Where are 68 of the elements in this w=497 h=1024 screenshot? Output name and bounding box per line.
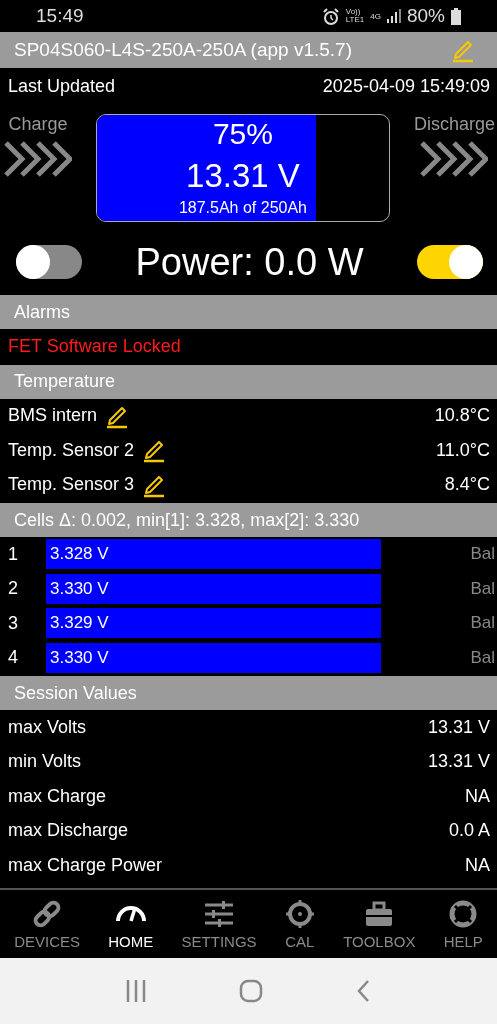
charge-label: Charge (8, 114, 68, 135)
nav-tab[interactable]: HELP (443, 890, 483, 958)
cell-number: 4 (8, 647, 19, 669)
nav-tab[interactable]: CAL (284, 890, 315, 958)
cell-number: 3 (8, 612, 19, 634)
chevrons-icon (420, 139, 489, 179)
toggle-switch[interactable] (417, 245, 483, 279)
toggle-switch[interactable] (16, 245, 82, 279)
battery-percent: 80% (406, 5, 445, 27)
charge-percent: 75% (212, 117, 273, 151)
session-value: NA (465, 854, 490, 876)
cell-number: 1 (8, 543, 19, 565)
session-value: NA (465, 785, 490, 807)
last-updated-label: Last Updated (8, 75, 116, 97)
device-title: SP04S060-L4S-250A-250A (app v1.5.7) (14, 39, 352, 61)
cell-voltage: 3.330 V (49, 578, 109, 599)
recents-icon (126, 978, 147, 1004)
session-label: max Volts (8, 716, 87, 738)
session-value: 0.0 A (448, 820, 490, 842)
section-header: Alarms (0, 295, 497, 329)
last-updated-value: 2025-04-09 15:49:09 (322, 75, 490, 97)
session-label: max Discharge (8, 820, 129, 842)
session-label: max Charge Power (8, 854, 163, 876)
balance-indicator: Bal (469, 578, 496, 599)
nav-tab[interactable]: SETTINGS (181, 890, 257, 958)
cell-voltage: 3.328 V (49, 544, 109, 565)
crosshair-icon (284, 898, 315, 929)
temperature-value: 10.8°C (434, 405, 490, 427)
session-label: min Volts (8, 751, 82, 773)
nav-tab[interactable]: DEVICES (14, 890, 80, 958)
back-icon (355, 979, 371, 1003)
home-icon (239, 979, 263, 1003)
balance-indicator: Bal (469, 647, 496, 668)
lifebuoy-icon (448, 898, 479, 929)
section-header: Temperature (0, 364, 497, 399)
section-header: Cells Δ: 0.002, min[1]: 3.328, max[2]: 3.330 (0, 503, 497, 537)
network-label: LTE1 (345, 16, 365, 24)
alarm-text: FET Software Locked (8, 335, 181, 357)
section-header: Session Values (0, 676, 497, 710)
balance-indicator: Bal (469, 613, 496, 634)
session-value: 13.31 V (427, 716, 490, 738)
session-value: 13.31 V (427, 751, 490, 773)
temperature-value: 11.0°C (436, 439, 490, 461)
capacity-text: 187.5Ah of 250Ah (178, 199, 307, 217)
chevrons-icon (4, 139, 72, 179)
sensor-name: Temp. Sensor 2 (8, 439, 135, 461)
battery-icon (451, 7, 461, 25)
session-label: max Charge (8, 785, 107, 807)
alarm-icon (321, 7, 340, 25)
sliders-icon (204, 898, 235, 929)
signal-icon (386, 9, 401, 23)
nav-tab[interactable]: HOME (108, 890, 154, 958)
battery-voltage: 13.31 V (186, 157, 300, 195)
discharge-label: Discharge (413, 114, 495, 135)
status-time: 15:49 (36, 5, 84, 27)
temperature-value: 8.4°C (444, 474, 490, 496)
sensor-name: Temp. Sensor 3 (8, 474, 135, 496)
cell-number: 2 (8, 578, 19, 600)
network-label: Vo)) (345, 8, 361, 16)
cell-voltage: 3.329 V (49, 613, 109, 634)
link-icon (32, 898, 63, 929)
cell-voltage: 3.330 V (49, 647, 109, 668)
balance-indicator: Bal (469, 544, 496, 565)
nav-tab[interactable]: TOOLBOX (343, 890, 416, 958)
sensor-name: BMS intern (8, 405, 98, 427)
data-label: 4G (370, 11, 381, 21)
gauge-icon (115, 904, 146, 923)
power-reading: Power: 0.0 W (135, 240, 364, 284)
